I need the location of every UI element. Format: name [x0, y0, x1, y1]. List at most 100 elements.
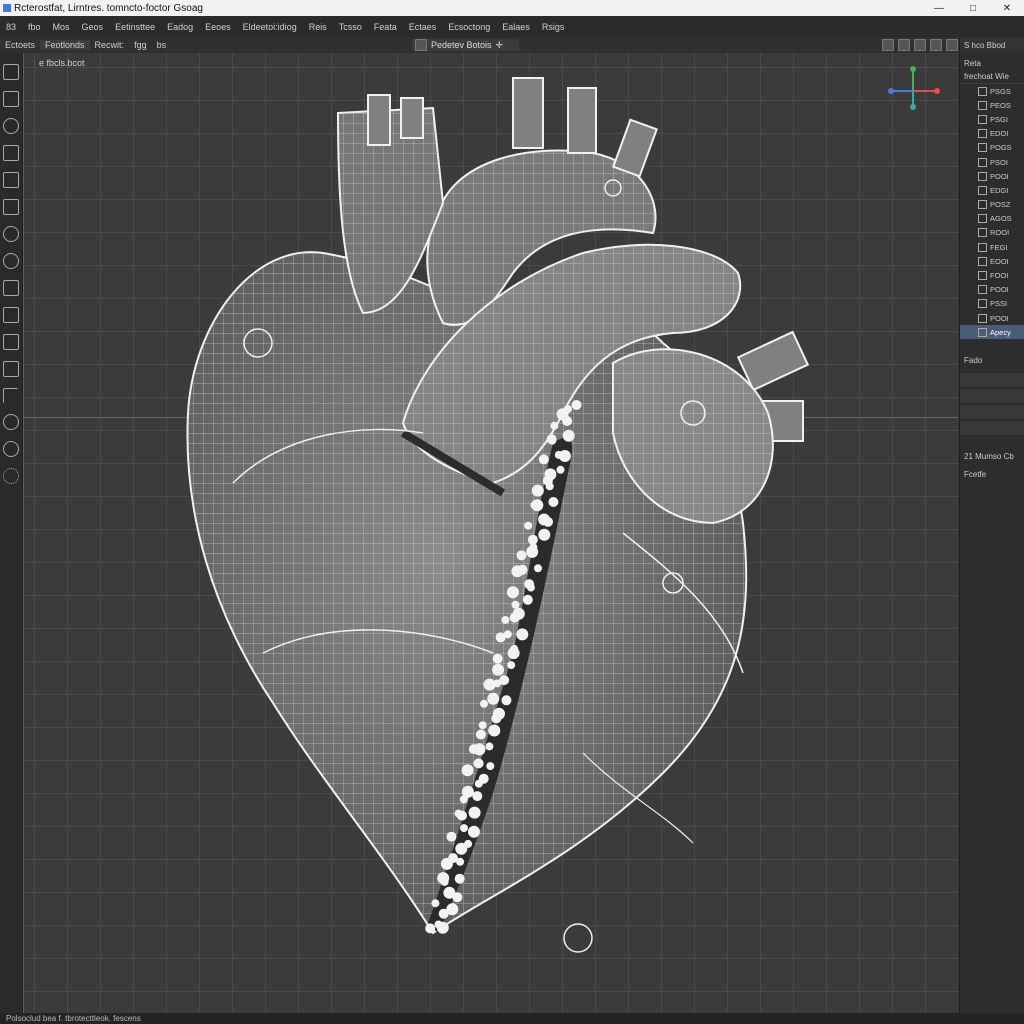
menu-item[interactable]: Ealaes [496, 22, 536, 32]
outliner-item[interactable]: POOI [960, 169, 1024, 183]
marker-dot [527, 534, 538, 545]
outliner-item[interactable]: AGOS [960, 212, 1024, 226]
object-icon [978, 200, 987, 210]
outliner-item[interactable]: POGS [960, 141, 1024, 155]
outliner-item[interactable]: Apecy [960, 325, 1024, 340]
outliner-item[interactable]: PSOI [960, 155, 1024, 169]
grid-icon[interactable] [882, 39, 894, 51]
window-icon[interactable] [930, 39, 942, 51]
menu-item[interactable]: 83 [0, 22, 22, 32]
marker-dot [487, 692, 500, 705]
3d-viewport[interactable]: e͏ fbcls.bcot [23, 53, 958, 1013]
menu-item[interactable]: Eetinsttee [109, 22, 161, 32]
menu-item[interactable]: Geos [76, 22, 110, 32]
outliner-header: S hco Bbod [960, 37, 1024, 53]
menu-item[interactable]: Eldeetoi:idiog [237, 22, 303, 32]
outliner-item-label: POOI [990, 313, 1009, 323]
square-icon[interactable] [946, 39, 958, 51]
outliner-item[interactable]: PSGI [960, 112, 1024, 126]
toolbar-button-bs[interactable]: bs [152, 40, 172, 50]
outliner-item-label: AGOS [990, 214, 1012, 224]
menu-item[interactable]: Eadog [161, 22, 199, 32]
heart-mesh-model[interactable] [23, 53, 958, 1013]
minimize-button[interactable]: — [922, 3, 956, 14]
measure-icon[interactable] [3, 199, 19, 215]
marker-dot [516, 550, 527, 561]
toolbar-button-view[interactable]: Recwit: [90, 40, 130, 50]
outliner-item[interactable]: EDOI [960, 127, 1024, 141]
app-icon [3, 4, 11, 12]
properties-row[interactable] [960, 373, 1024, 388]
marker-dot [538, 513, 551, 526]
outliner-item-label: POSZ [990, 200, 1011, 210]
outliner-item-label: PEOS [990, 100, 1011, 110]
marker-dot [538, 528, 551, 541]
menu-item[interactable]: Rsigs [536, 22, 571, 32]
cut-icon[interactable] [3, 226, 19, 242]
outliner-item[interactable]: EDGI [960, 183, 1024, 197]
marker-dot [516, 628, 529, 641]
outliner-item[interactable]: POSZ [960, 198, 1024, 212]
screen-icon[interactable] [914, 39, 926, 51]
mesh-icon[interactable] [3, 307, 19, 323]
menu-item[interactable]: Ectaes [403, 22, 443, 32]
marker-dot [506, 586, 519, 599]
brush-icon[interactable] [3, 334, 19, 350]
marker-dot [511, 600, 520, 609]
layout-icon[interactable] [898, 39, 910, 51]
object-icon [978, 285, 987, 295]
menu-item[interactable]: Reis [303, 22, 333, 32]
toolbar-button-fgg[interactable]: fgg [129, 40, 152, 50]
menu-item[interactable]: Mos [47, 22, 76, 32]
rotate-icon[interactable] [3, 118, 19, 134]
marker-dot [480, 699, 488, 708]
paint-icon[interactable] [3, 172, 19, 188]
outliner-item[interactable]: PSGS [960, 84, 1024, 98]
outliner-tree-root[interactable]: frechoat Wie [960, 70, 1024, 84]
properties-row[interactable] [960, 405, 1024, 420]
menu-item[interactable]: Eeoes [199, 22, 237, 32]
outliner-item[interactable]: POOI [960, 311, 1024, 325]
marker-dot [457, 810, 467, 821]
menu-item[interactable]: Ecsoctong [442, 22, 496, 32]
axis-icon[interactable] [3, 388, 18, 403]
properties-row[interactable] [960, 389, 1024, 404]
orbit-icon[interactable] [3, 441, 19, 457]
object-icon [978, 299, 987, 309]
select-icon[interactable] [3, 64, 19, 80]
close-button[interactable]: ✕ [990, 3, 1024, 14]
outliner-item-label: FOOI [990, 271, 1009, 281]
outliner-item[interactable]: ROOI [960, 226, 1024, 240]
outliner-item-label: PSGI [990, 114, 1008, 124]
outliner-item[interactable]: FOOI [960, 268, 1024, 282]
title-bar: Rcterostfat, Lirntres. tomncto-foctor Gs… [0, 0, 1024, 16]
maximize-button[interactable]: □ [956, 3, 990, 14]
menu-item[interactable]: Feata [368, 22, 403, 32]
outliner-item-label: POGS [990, 143, 1012, 153]
outliner-item[interactable]: POOI [960, 283, 1024, 297]
menu-item[interactable]: Tcsso [333, 22, 368, 32]
menu-item[interactable]: fbo [22, 22, 47, 32]
viewport-tab[interactable]: Pedetev Botois ✛ [412, 39, 519, 51]
toolbar-right-icons [882, 39, 958, 51]
toolbar-button-objects[interactable]: Ectoets [0, 40, 40, 50]
scale-icon[interactable] [3, 145, 19, 161]
pin-icon[interactable]: ✛ [496, 40, 504, 51]
lasso-icon[interactable] [3, 253, 19, 269]
outliner-item[interactable]: EOOI [960, 254, 1024, 268]
outliner-item[interactable]: PEOS [960, 98, 1024, 112]
marker-dot [501, 695, 512, 706]
outliner-item[interactable]: FEGI [960, 240, 1024, 254]
outliner-item-label: PSSI [990, 299, 1008, 309]
axis-gizmo[interactable] [883, 63, 943, 113]
transform-icon[interactable] [3, 280, 19, 296]
object-icon [978, 228, 987, 238]
dots-icon[interactable] [3, 468, 19, 484]
frame-icon[interactable] [3, 361, 19, 377]
marker-dot [493, 679, 502, 688]
move-icon[interactable] [3, 91, 19, 107]
properties-row[interactable] [960, 421, 1024, 436]
toolbar-button-fields[interactable]: Feotlonds [40, 40, 90, 50]
outliner-item[interactable]: PSSI [960, 297, 1024, 311]
sphere-icon[interactable] [3, 414, 19, 430]
